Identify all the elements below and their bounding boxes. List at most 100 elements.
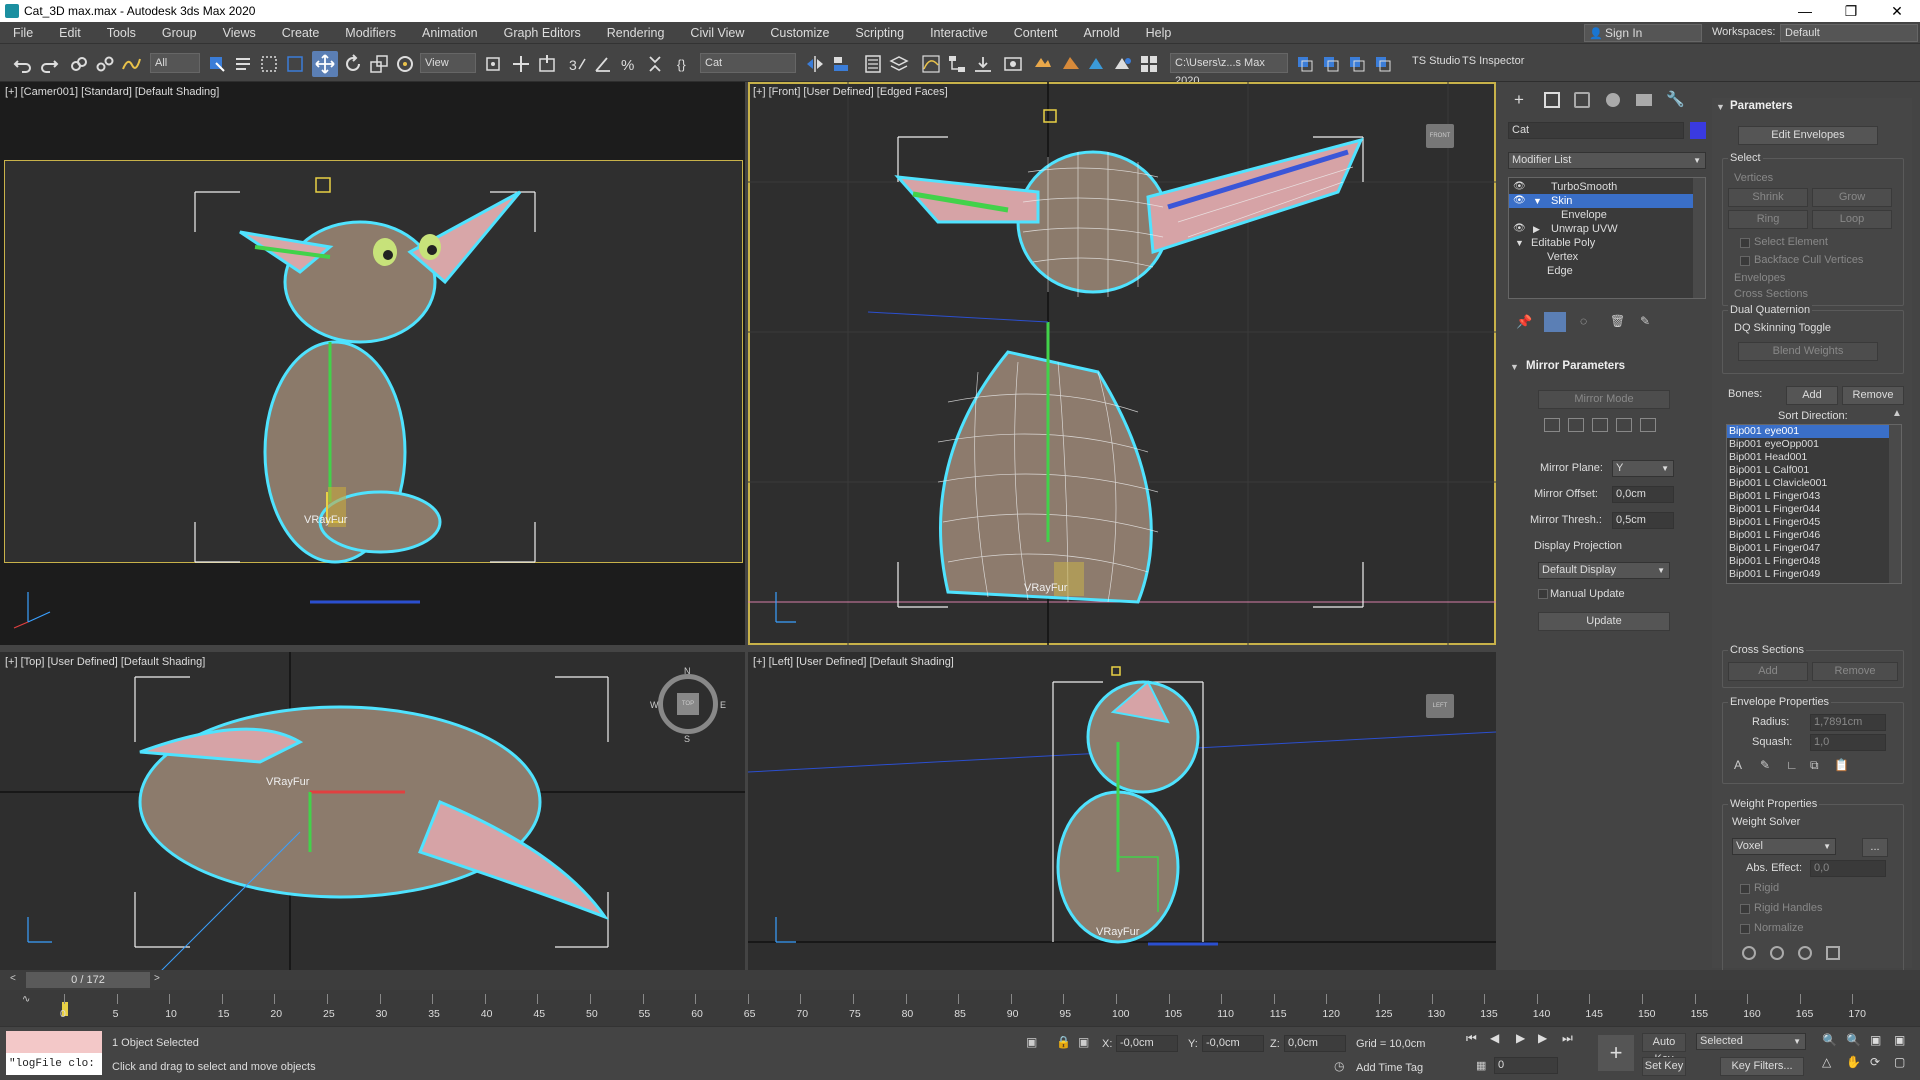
pivot-center-icon[interactable] xyxy=(480,51,506,77)
expand-icon[interactable]: ▼ xyxy=(1515,236,1524,250)
named-selection-dropdown[interactable]: Cat xyxy=(700,53,796,73)
edit-named-selection-icon[interactable]: {} xyxy=(672,51,698,77)
grow-button[interactable]: Grow xyxy=(1812,188,1892,207)
selection-filter-dropdown[interactable]: All xyxy=(150,53,200,73)
make-unique-icon[interactable]: ◌ xyxy=(1580,314,1587,328)
eye-icon[interactable]: 👁 xyxy=(1513,180,1526,194)
falloff-icon[interactable]: ∟ xyxy=(1786,758,1798,772)
menu-animation[interactable]: Animation xyxy=(409,22,491,44)
bone-item[interactable]: Bip001 L Finger045 xyxy=(1727,516,1901,529)
stack-item-envelope[interactable]: Envelope xyxy=(1509,208,1697,222)
select-manipulate-icon[interactable] xyxy=(508,51,534,77)
maximize-viewport-icon[interactable]: ▢ xyxy=(1894,1055,1905,1069)
ring-button[interactable]: Ring xyxy=(1728,210,1808,229)
mirror-icon[interactable] xyxy=(802,51,828,77)
parameters-title[interactable]: Parameters xyxy=(1730,100,1793,112)
place-icon[interactable] xyxy=(392,51,418,77)
dq-skinning-toggle[interactable]: DQ Skinning Toggle xyxy=(1734,322,1831,334)
eye-icon[interactable]: 👁 xyxy=(1513,194,1526,208)
menu-edit[interactable]: Edit xyxy=(46,22,94,44)
zoom-icon[interactable]: 🔍 xyxy=(1822,1033,1837,1047)
menu-content[interactable]: Content xyxy=(1001,22,1071,44)
mirror-paste-blue-icon[interactable] xyxy=(1592,418,1608,432)
z-coordinate[interactable]: 0,0cm xyxy=(1284,1035,1346,1052)
add-time-tag[interactable]: Add Time Tag xyxy=(1356,1062,1423,1074)
hierarchy-tab-icon[interactable] xyxy=(1574,92,1590,108)
track-bar[interactable]: ∿ 0 5 10 15 20 25 30 35 40 45 50 55 60 65 70 75 80 85 90 95… xyxy=(0,990,1920,1026)
lock-selection-icon[interactable]: 🔒 xyxy=(1056,1035,1071,1049)
select-move-icon[interactable] xyxy=(312,51,338,77)
viewport-front[interactable]: FRONT VRayFur [+] [Front] [User Defined]… xyxy=(748,82,1496,645)
select-by-name-icon[interactable] xyxy=(230,51,256,77)
sort-up-icon[interactable]: ▲ xyxy=(1892,408,1902,419)
menu-group[interactable]: Group xyxy=(149,22,210,44)
mirror-paste-green-icon[interactable] xyxy=(1568,418,1584,432)
select-object-icon[interactable] xyxy=(204,51,230,77)
envelope-visible-icon[interactable]: ✎ xyxy=(1760,758,1770,772)
curve-editor-icon[interactable] xyxy=(918,51,944,77)
snaps-toggle-icon[interactable]: 3 xyxy=(564,51,590,77)
viewport-left[interactable]: LEFT VRayFur [+] [Left] [User Defined] [… xyxy=(748,652,1496,970)
weight-tool-icon[interactable] xyxy=(1770,946,1784,960)
bone-item[interactable]: Bip001 L Finger047 xyxy=(1727,542,1901,555)
backface-checkbox[interactable] xyxy=(1740,256,1750,266)
update-button[interactable]: Update xyxy=(1538,612,1670,631)
set-key-button[interactable]: Set Key xyxy=(1642,1057,1686,1076)
absolute-mode-icon[interactable]: ▣ xyxy=(1078,1035,1089,1049)
menu-scripting[interactable]: Scripting xyxy=(842,22,917,44)
isolate-icon[interactable]: ▣ xyxy=(1026,1035,1037,1049)
modify-tab-icon[interactable] xyxy=(1544,92,1560,108)
select-element-checkbox[interactable] xyxy=(1740,238,1750,248)
sign-in-dropdown[interactable]: 👤 Sign In xyxy=(1584,24,1702,42)
prev-frame-icon[interactable]: < xyxy=(10,973,16,984)
display-projection-dropdown[interactable]: Default Display ▼ xyxy=(1538,562,1670,579)
menu-modifiers[interactable]: Modifiers xyxy=(332,22,409,44)
y-coordinate[interactable]: -0,0cm xyxy=(1202,1035,1264,1052)
stack-scrollbar[interactable] xyxy=(1693,178,1705,298)
go-to-end-icon[interactable]: ⏭ xyxy=(1562,1031,1573,1046)
mirror-green-to-blue-icon[interactable] xyxy=(1616,418,1632,432)
select-rotate-icon[interactable] xyxy=(340,51,366,77)
create-tab-icon[interactable]: + xyxy=(1514,90,1524,110)
next-frame-icon[interactable]: > xyxy=(154,973,160,984)
bone-item[interactable]: Bip001 L Calf001 xyxy=(1727,464,1901,477)
select-scale-icon[interactable] xyxy=(366,51,392,77)
modifier-list-dropdown[interactable]: Modifier List ▼ xyxy=(1508,152,1706,169)
add-bone-button[interactable]: Add xyxy=(1786,386,1838,405)
stack-item-editable-poly[interactable]: ▼ Editable Poly xyxy=(1509,236,1697,250)
menu-interactive[interactable]: Interactive xyxy=(917,22,1001,44)
cross-section-add-button[interactable]: Add xyxy=(1728,662,1808,681)
reference-coord-dropdown[interactable]: View xyxy=(420,53,476,73)
squash-spinner[interactable]: 1,0 xyxy=(1810,734,1886,751)
remove-modifier-icon[interactable]: 🗑 xyxy=(1610,314,1625,328)
maxscript-listener[interactable]: "logFile clo: xyxy=(6,1053,102,1075)
key-filters-button[interactable]: Key Filters... xyxy=(1720,1057,1804,1076)
stack-item-turbosmooth[interactable]: 👁 TurboSmooth xyxy=(1509,180,1697,194)
viewport-top[interactable]: TOP N E S W VRayFur [+] [Top] [User Defi… xyxy=(0,652,745,970)
mirror-thresh-spinner[interactable]: 0,5cm xyxy=(1612,512,1674,529)
window-crossing-icon[interactable] xyxy=(282,51,308,77)
bones-scrollbar[interactable] xyxy=(1889,425,1901,583)
display-tab-icon[interactable] xyxy=(1636,94,1652,106)
layer-explorer-icon[interactable] xyxy=(886,51,912,77)
utilities-tab-icon[interactable]: 🔧 xyxy=(1666,90,1685,108)
menu-rendering[interactable]: Rendering xyxy=(594,22,678,44)
close-button[interactable]: ✕ xyxy=(1874,0,1920,22)
auto-key-button[interactable]: Auto Key xyxy=(1642,1033,1686,1065)
normalize-checkbox[interactable] xyxy=(1740,924,1750,934)
menu-views[interactable]: Views xyxy=(210,22,269,44)
play-icon[interactable]: ▶ xyxy=(1516,1031,1525,1045)
vertices-checkbox-label[interactable]: Vertices xyxy=(1734,172,1773,184)
envelopes-checkbox-label[interactable]: Envelopes xyxy=(1734,272,1785,284)
keyboard-shortcut-icon[interactable] xyxy=(534,51,560,77)
field-of-view-icon[interactable]: △ xyxy=(1822,1055,1831,1069)
configure-sets-icon[interactable]: ✎ xyxy=(1640,314,1650,328)
project-settings-icon[interactable] xyxy=(1370,51,1396,77)
material-editor-icon[interactable] xyxy=(970,51,996,77)
minimize-button[interactable]: — xyxy=(1782,0,1828,22)
mirror-parameters-title[interactable]: Mirror Parameters xyxy=(1526,360,1625,372)
weight-table-icon[interactable] xyxy=(1826,946,1840,960)
bone-item[interactable]: Bip001 Head001 xyxy=(1727,451,1901,464)
viewport-label[interactable]: [+] [Left] [User Defined] [Default Shadi… xyxy=(753,656,954,668)
maximize-button[interactable]: ❐ xyxy=(1828,0,1874,22)
